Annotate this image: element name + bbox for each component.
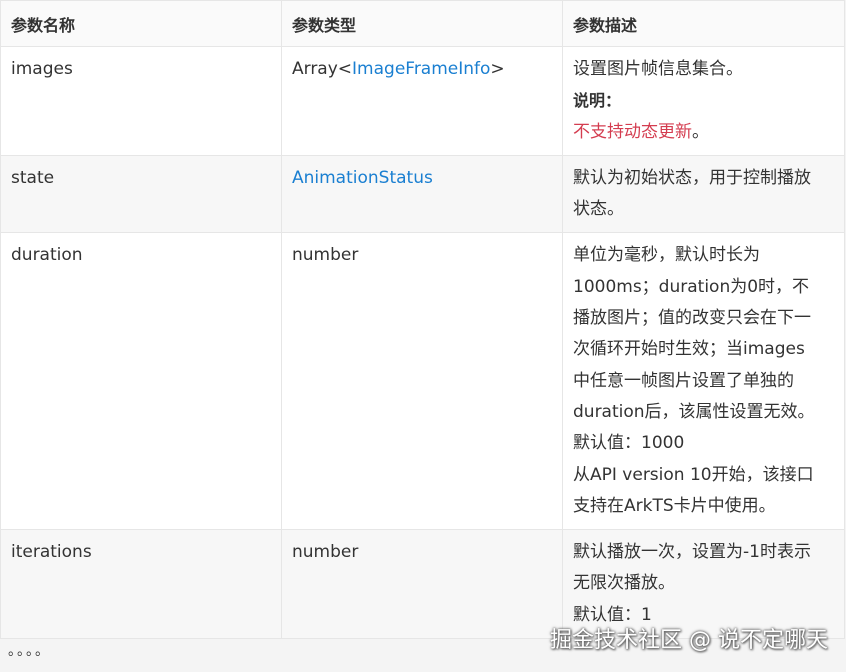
param-name-cell: images bbox=[0, 46, 282, 156]
type-link-imageframeinfo[interactable]: ImageFrameInfo bbox=[352, 59, 490, 79]
param-type-cell: Array<ImageFrameInfo> bbox=[281, 46, 563, 156]
param-desc-cell: 默认为初始状态，用于控制播放 状态。 bbox=[562, 154, 845, 234]
param-name-cell: duration bbox=[0, 232, 282, 531]
desc-line: 1000ms；duration为0时，不 bbox=[573, 276, 810, 297]
table-row: images Array<ImageFrameInfo> 设置图片帧信息集合。 … bbox=[0, 46, 845, 156]
desc-line: 单位为毫秒，默认时长为 bbox=[573, 245, 760, 266]
header-param-type: 参数类型 bbox=[281, 0, 563, 47]
param-desc-cell: 单位为毫秒，默认时长为 1000ms；duration为0时，不 播放图片；值的… bbox=[562, 232, 845, 531]
param-name-cell: state bbox=[0, 154, 282, 234]
header-param-name: 参数名称 bbox=[0, 0, 282, 47]
ellipsis-text: 。。。。 bbox=[8, 643, 51, 659]
desc-line: 中任意一帧图片设置了单独的 bbox=[573, 370, 794, 391]
desc-line: 默认播放一次，设置为-1时表示 bbox=[573, 542, 811, 563]
param-type-cell: number bbox=[281, 529, 563, 640]
desc-line: 状态。 bbox=[573, 199, 624, 220]
table-row: state AnimationStatus 默认为初始状态，用于控制播放 状态。 bbox=[0, 154, 845, 234]
header-param-desc: 参数描述 bbox=[562, 0, 845, 47]
type-suffix: > bbox=[490, 59, 505, 79]
note-title: 说明： bbox=[573, 91, 622, 111]
param-desc-cell: 设置图片帧信息集合。 说明： 不支持动态更新。 bbox=[562, 46, 845, 156]
type-link-animationstatus[interactable]: AnimationStatus bbox=[292, 168, 433, 188]
table-row: duration number 单位为毫秒，默认时长为 1000ms；durat… bbox=[0, 232, 845, 531]
desc-line: 默认值：1000 bbox=[573, 433, 685, 454]
desc-line: 默认为初始状态，用于控制播放 bbox=[573, 167, 811, 188]
parameter-table: 参数名称 参数类型 参数描述 images Array<ImageFrameIn… bbox=[0, 0, 845, 640]
desc-line: 次循环开始时生效；当images bbox=[573, 339, 805, 360]
desc-line: 播放图片；值的改变只会在下一 bbox=[573, 308, 811, 329]
desc-text: 设置图片帧信息集合。 bbox=[573, 59, 743, 79]
note-end: 。 bbox=[692, 121, 709, 142]
desc-line: duration后，该属性设置无效。 bbox=[573, 401, 815, 422]
param-type-cell: number bbox=[281, 232, 563, 531]
type-prefix: Array< bbox=[292, 59, 353, 79]
desc-line: 从API version 10开始，该接口 bbox=[573, 464, 814, 485]
desc-line: 无限次播放。 bbox=[573, 573, 675, 594]
desc-line: 支持在ArkTS卡片中使用。 bbox=[573, 495, 776, 516]
juejin-watermark: 掘金技术社区 @ 说不定哪天 bbox=[550, 628, 828, 653]
param-type-cell: AnimationStatus bbox=[281, 154, 563, 234]
note-text: 不支持动态更新 bbox=[573, 121, 692, 142]
param-name-cell: iterations bbox=[0, 529, 282, 640]
table-header-row: 参数名称 参数类型 参数描述 bbox=[0, 0, 845, 47]
